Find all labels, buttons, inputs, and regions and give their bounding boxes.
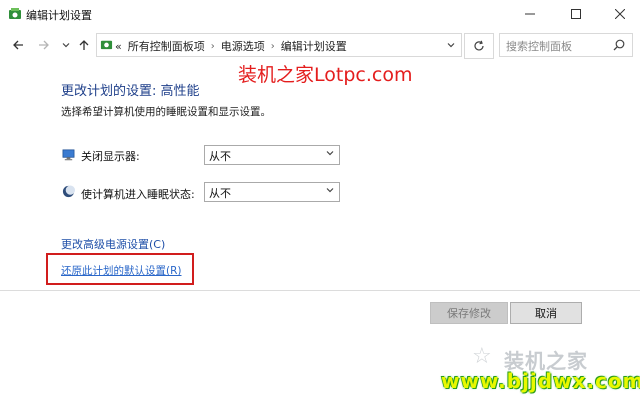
sleep-value: 从不 [209, 187, 231, 200]
search-placeholder: 搜索控制面板 [506, 40, 572, 53]
breadcrumb-overflow[interactable]: « [115, 40, 122, 53]
breadcrumb-item[interactable]: 编辑计划设置 [281, 38, 347, 54]
forward-arrow-icon [39, 40, 49, 50]
chevron-down-icon[interactable] [447, 41, 455, 49]
sleep-label: 使计算机进入睡眠状态: [81, 188, 195, 201]
address-bar[interactable]: « 所有控制面板项 › 电源选项 › 编辑计划设置 [96, 33, 462, 57]
display-off-value: 从不 [209, 150, 231, 163]
chevron-down-icon [326, 188, 334, 193]
close-button[interactable] [600, 0, 640, 28]
restore-defaults-link[interactable]: 还原此计划的默认设置(R) [61, 263, 182, 278]
divider [0, 290, 640, 291]
minimize-icon [525, 13, 535, 15]
chevron-down-icon [326, 151, 334, 156]
breadcrumb: « 所有控制面板项 › 电源选项 › 编辑计划设置 [115, 38, 347, 54]
minimize-button[interactable] [510, 0, 550, 28]
breadcrumb-item[interactable]: 电源选项 [221, 38, 265, 54]
watermark-brand-url: www.bjjdwx.com [441, 369, 640, 393]
save-changes-button[interactable]: 保存修改 [430, 302, 508, 324]
up-button[interactable] [76, 36, 92, 54]
cancel-button[interactable]: 取消 [510, 302, 582, 324]
page-title: 更改计划的设置: 高性能 [61, 84, 200, 99]
advanced-power-settings-link[interactable]: 更改高级电源设置(C) [61, 236, 165, 252]
search-icon[interactable] [613, 39, 625, 51]
refresh-button[interactable] [464, 33, 494, 59]
back-button[interactable] [10, 36, 26, 54]
maximize-button[interactable] [556, 0, 596, 28]
monitor-icon [62, 149, 75, 161]
display-off-label: 关闭显示器: [81, 150, 140, 163]
power-options-icon [9, 8, 21, 19]
star-icon: ☆ [472, 344, 492, 369]
watermark-text: 装机之家Lotpc.com [238, 64, 413, 86]
refresh-icon [474, 40, 484, 51]
display-off-select[interactable]: 从不 [204, 145, 340, 165]
chevron-down-icon [62, 43, 70, 48]
page-subtitle: 选择希望计算机使用的睡眠设置和显示设置。 [61, 106, 271, 118]
close-icon [615, 9, 625, 19]
breadcrumb-item[interactable]: 所有控制面板项 [128, 38, 205, 54]
breadcrumb-separator-icon[interactable]: › [271, 41, 275, 52]
forward-button[interactable] [36, 36, 52, 54]
search-input[interactable]: 搜索控制面板 [499, 33, 633, 57]
sleep-moon-icon [62, 185, 75, 198]
back-arrow-icon [13, 40, 23, 50]
maximize-icon [571, 9, 581, 19]
breadcrumb-separator-icon[interactable]: › [211, 41, 215, 52]
recent-locations-button[interactable] [58, 36, 74, 54]
control-panel-icon [100, 40, 113, 50]
window-title: 编辑计划设置 [26, 9, 92, 22]
sleep-select[interactable]: 从不 [204, 182, 340, 202]
up-arrow-icon [79, 40, 89, 50]
